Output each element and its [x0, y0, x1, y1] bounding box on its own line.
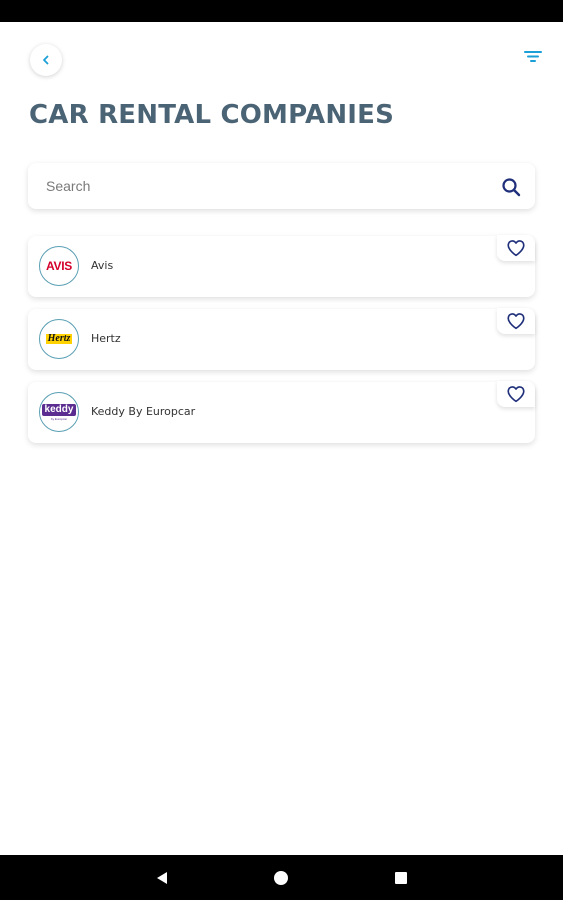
screen: CAR RENTAL COMPANIES AVIS Avis Hertz — [0, 0, 563, 900]
heart-icon — [507, 386, 525, 403]
hertz-logo-text: Hertz — [45, 333, 73, 344]
company-list: AVIS Avis Hertz Hertz keddy by Europcar … — [28, 235, 535, 455]
hertz-logo: Hertz — [39, 319, 79, 359]
back-button[interactable] — [30, 44, 62, 76]
keddy-logo: keddy by Europcar — [39, 392, 79, 432]
filter-button[interactable] — [520, 44, 546, 68]
search-icon[interactable] — [501, 177, 521, 197]
search-input[interactable] — [40, 163, 480, 209]
triangle-back-icon — [157, 872, 167, 884]
favorite-button-avis[interactable] — [497, 235, 535, 261]
company-card-avis[interactable]: AVIS Avis — [28, 235, 535, 297]
keddy-logo-text: keddy — [41, 403, 77, 416]
company-name: Hertz — [91, 332, 121, 345]
page-title: CAR RENTAL COMPANIES — [29, 100, 395, 130]
chevron-left-icon — [43, 55, 49, 65]
system-recents-button[interactable] — [391, 868, 411, 888]
keddy-logo-sub: by Europcar — [50, 416, 68, 421]
system-back-button[interactable] — [152, 868, 172, 888]
company-name: Keddy By Europcar — [91, 405, 196, 418]
status-bar — [0, 0, 563, 22]
square-recents-icon — [395, 872, 407, 884]
company-name: Avis — [91, 259, 114, 272]
system-home-button[interactable] — [271, 868, 291, 888]
heart-icon — [507, 240, 525, 257]
filter-icon — [524, 51, 542, 62]
favorite-button-hertz[interactable] — [497, 308, 535, 334]
avis-logo-text: AVIS — [46, 259, 72, 273]
heart-icon — [507, 313, 525, 330]
search-box — [28, 163, 535, 209]
favorite-button-keddy[interactable] — [497, 381, 535, 407]
system-nav-bar — [0, 855, 563, 900]
circle-home-icon — [274, 871, 288, 885]
company-card-hertz[interactable]: Hertz Hertz — [28, 308, 535, 370]
avis-logo: AVIS — [39, 246, 79, 286]
company-card-keddy[interactable]: keddy by Europcar Keddy By Europcar — [28, 381, 535, 443]
